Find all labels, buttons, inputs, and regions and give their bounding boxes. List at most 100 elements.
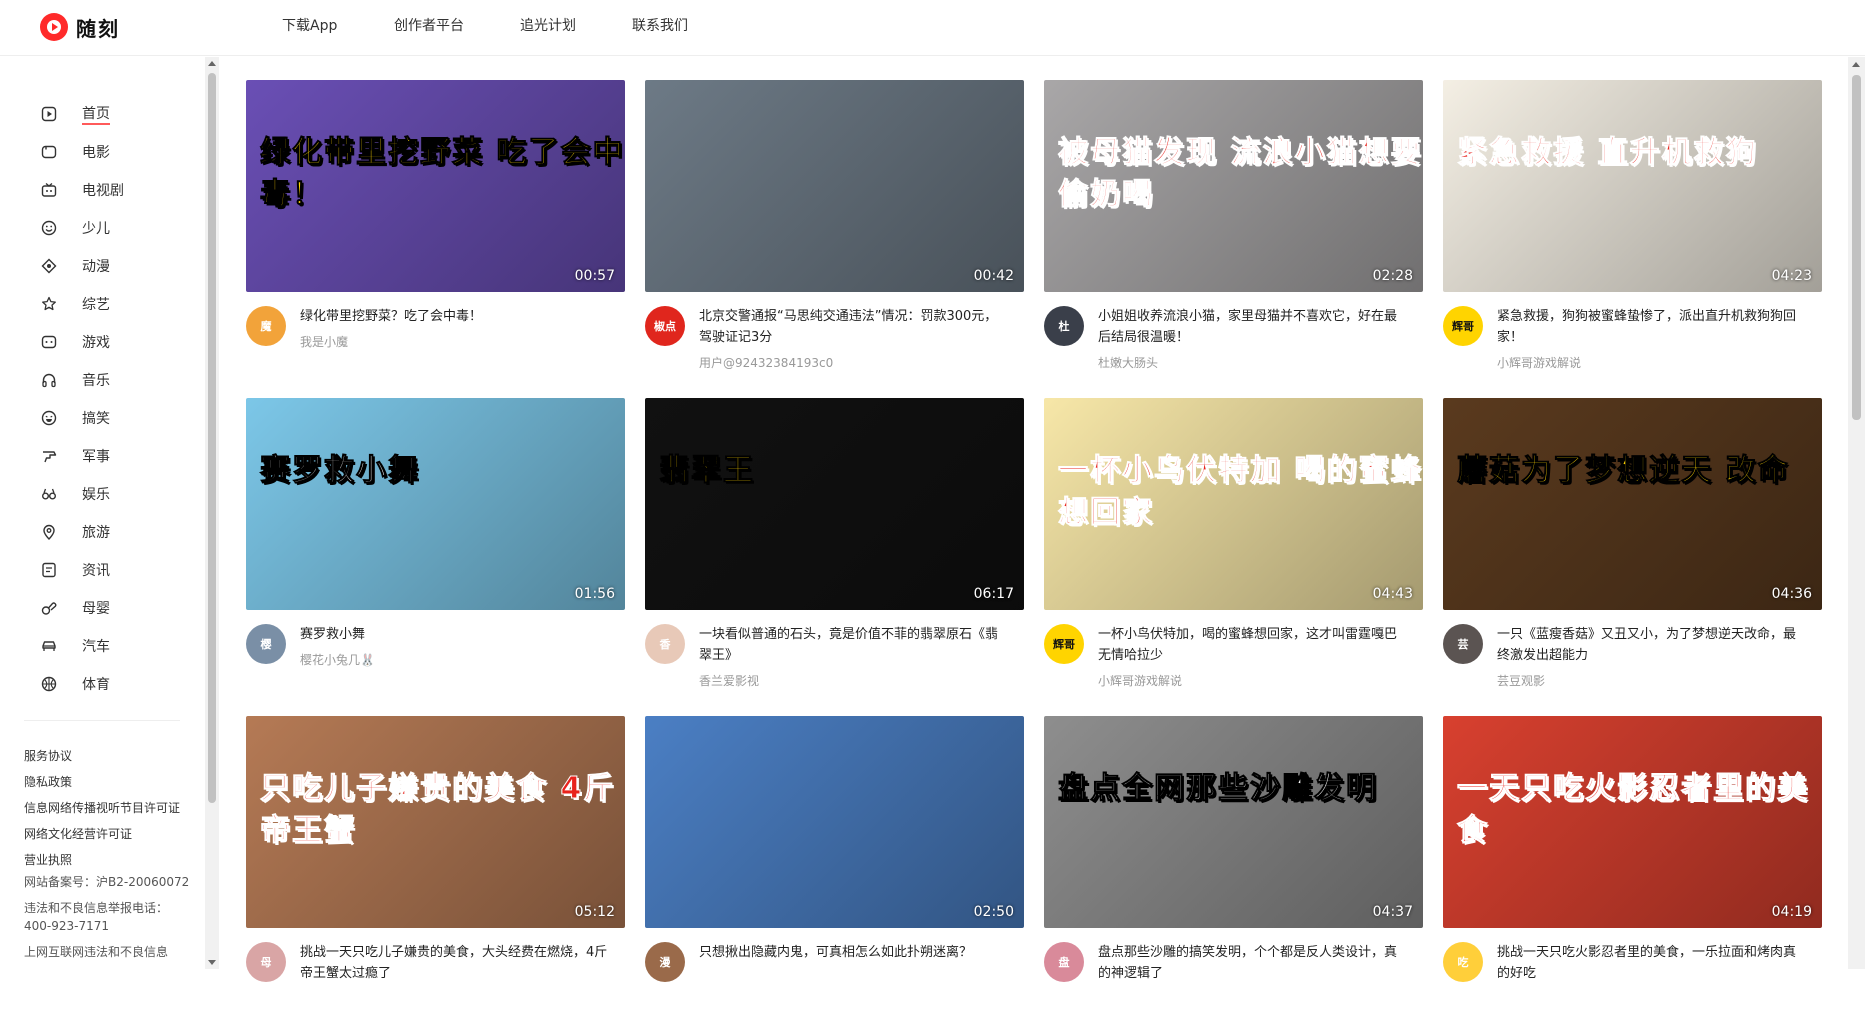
video-card[interactable]: 蘑菇为了梦想逆天 改命 04:36 芸一只《蓝瘦香菇》又丑又小，为了梦想逆天改命，最… [1443, 398, 1822, 716]
video-title[interactable]: 盘点那些沙雕的搞笑发明，个个都是反人类设计，真的神逻辑了 [1098, 942, 1408, 984]
page-scroll-up-icon[interactable] [1852, 62, 1860, 67]
sidebar-item-3[interactable]: 少儿 [40, 209, 190, 247]
sidebar-item-5[interactable]: 综艺 [40, 285, 190, 323]
site-logo[interactable]: 随刻 [40, 10, 120, 44]
video-title[interactable]: 赛罗救小舞 [300, 624, 610, 645]
video-thumbnail[interactable]: 02:50 [645, 716, 1024, 928]
video-title[interactable]: 只想揪出隐藏内鬼，可真相怎么如此扑朔迷离？ [699, 942, 1009, 963]
video-title[interactable]: 挑战一天只吃儿子嫌贵的美食，大头经费在燃烧，4斤帝王蟹太过瘾了 [300, 942, 610, 984]
video-card[interactable]: 绿化带里挖野菜 吃了会中毒！ 00:57 魔绿化带里挖野菜？吃了会中毒！ 我是小魔 [246, 80, 625, 398]
video-card[interactable]: 00:42 椒点 北京交警通报“马思纯交通违法”情况：罚款300元，驾驶证记3分用户… [645, 80, 1024, 398]
video-thumbnail[interactable]: 被母猫发现 流浪小猫想要偷奶喝 02:28 [1044, 80, 1423, 292]
author-name[interactable]: 小辉哥游戏解说 [1497, 354, 1807, 371]
video-card[interactable]: 02:50 漫只想揪出隐藏内鬼，可真相怎么如此扑朔迷离？ [645, 716, 1024, 1034]
sidebar-item-15[interactable]: 体育 [40, 665, 190, 703]
page-scroll-thumb[interactable] [1852, 75, 1861, 420]
author-avatar[interactable]: 魔 [246, 306, 286, 346]
video-title[interactable]: 小姐姐收养流浪小猫，家里母猫并不喜欢它，好在最后结局很温暖！ [1098, 306, 1408, 348]
video-card[interactable]: 只吃儿子嫌贵的美食 4斤帝王蟹 05:12 母挑战一天只吃儿子嫌贵的美食，大头经费在… [246, 716, 625, 1034]
video-card[interactable]: 一杯小鸟伏特加 喝的蜜蜂想回家 04:43 辉哥 一杯小鸟伏特加，喝的蜜蜂想回家，这才… [1044, 398, 1423, 716]
sidebar-item-11[interactable]: 旅游 [40, 513, 190, 551]
sidebar-item-4[interactable]: 动漫 [40, 247, 190, 285]
video-thumbnail[interactable]: 一杯小鸟伏特加 喝的蜜蜂想回家 04:43 [1044, 398, 1423, 610]
business-license-link[interactable]: 营业执照 [24, 847, 194, 873]
video-title[interactable]: 挑战一天只吃火影忍者里的美食，一乐拉面和烤肉真的好吃 [1497, 942, 1807, 984]
video-card[interactable]: 被母猫发现 流浪小猫想要偷奶喝 02:28 杜小姐姐收养流浪小猫，家里母猫并不喜欢它… [1044, 80, 1423, 398]
video-title[interactable]: 一只《蓝瘦香菇》又丑又小，为了梦想逆天改命，最终激发出超能力 [1497, 624, 1807, 666]
page-scrollbar[interactable] [1848, 57, 1865, 969]
author-name[interactable]: 杜嫩大肠头 [1098, 354, 1408, 371]
sidebar-scrollbar[interactable] [205, 57, 219, 969]
author-name[interactable]: 樱花小兔几🐰 [300, 651, 610, 668]
video-thumbnail[interactable]: 绿化带里挖野菜 吃了会中毒！ 00:57 [246, 80, 625, 292]
video-title[interactable]: 紧急救援，狗狗被蜜蜂蛰惨了，派出直升机救狗狗回家！ [1497, 306, 1807, 348]
sidebar-item-12[interactable]: 资讯 [40, 551, 190, 589]
video-title[interactable]: 绿化带里挖野菜？吃了会中毒！ [300, 306, 610, 327]
author-name[interactable]: 香兰爱影视 [699, 672, 1009, 689]
author-avatar[interactable]: 辉哥 [1044, 624, 1084, 664]
video-card[interactable]: 一天只吃火影忍者里的美食 04:19 吃挑战一天只吃火影忍者里的美食，一乐拉面和烤肉… [1443, 716, 1822, 1034]
top-nav: 下载App 创作者平台 追光计划 联系我们 [282, 14, 732, 38]
privacy-policy-link[interactable]: 隐私政策 [24, 769, 194, 795]
nav-contact-us[interactable]: 联系我们 [632, 14, 732, 38]
nav-creator-platform[interactable]: 创作者平台 [394, 14, 520, 38]
author-avatar[interactable]: 樱 [246, 624, 286, 664]
video-thumbnail[interactable]: 00:42 [645, 80, 1024, 292]
internet-report-link[interactable]: 上网互联网违法和不良信息 [24, 943, 194, 961]
video-thumbnail[interactable]: 紧急救援 直升机救狗 04:23 [1443, 80, 1822, 292]
video-card[interactable]: 盘点全网那些沙雕发明 04:37 盘盘点那些沙雕的搞笑发明，个个都是反人类设计，真的… [1044, 716, 1423, 1034]
sidebar-item-14[interactable]: 汽车 [40, 627, 190, 665]
video-thumbnail[interactable]: 一天只吃火影忍者里的美食 04:19 [1443, 716, 1822, 928]
sidebar-scroll-thumb[interactable] [208, 73, 216, 803]
sidebar-item-label: 体育 [82, 677, 110, 693]
video-card[interactable]: 紧急救援 直升机救狗 04:23 辉哥 紧急救援，狗狗被蜜蜂蛰惨了，派出直升机救狗狗回… [1443, 80, 1822, 398]
sidebar-item-0[interactable]: 首页 [40, 95, 190, 133]
sidebar-item-2[interactable]: 电视剧 [40, 171, 190, 209]
video-duration: 01:56 [574, 586, 615, 602]
video-info: 赛罗救小舞樱花小兔几🐰 [300, 624, 610, 668]
sidebar-item-1[interactable]: 电影 [40, 133, 190, 171]
av-license-link[interactable]: 信息网络传播视听节目许可证 [24, 795, 194, 821]
author-name[interactable]: 我是小魔 [300, 333, 610, 350]
sidebar-item-7[interactable]: 音乐 [40, 361, 190, 399]
scroll-up-arrow-icon[interactable] [208, 61, 216, 66]
author-avatar[interactable]: 盘 [1044, 942, 1084, 982]
video-thumbnail[interactable]: 蘑菇为了梦想逆天 改命 04:36 [1443, 398, 1822, 610]
author-name[interactable]: 芸豆观影 [1497, 672, 1807, 689]
service-agreement-link[interactable]: 服务协议 [24, 743, 194, 769]
video-thumbnail[interactable]: 盘点全网那些沙雕发明 04:37 [1044, 716, 1423, 928]
nav-download-app[interactable]: 下载App [282, 14, 394, 38]
video-card[interactable]: 翡翠王 06:17 香一块看似普通的石头，竟是价值不菲的翡翠原石《翡翠王》香兰爱影视 [645, 398, 1024, 716]
author-avatar[interactable]: 芸 [1443, 624, 1483, 664]
video-title[interactable]: 一杯小鸟伏特加，喝的蜜蜂想回家，这才叫雷霆嘎巴无情哈拉少 [1098, 624, 1408, 666]
video-title[interactable]: 一块看似普通的石头，竟是价值不菲的翡翠原石《翡翠王》 [699, 624, 1009, 666]
author-avatar[interactable]: 椒点 [645, 306, 685, 346]
nav-zhuiguang-plan[interactable]: 追光计划 [520, 14, 632, 38]
author-avatar[interactable]: 辉哥 [1443, 306, 1483, 346]
scroll-down-arrow-icon[interactable] [208, 960, 216, 965]
headphones-icon [40, 371, 58, 389]
sidebar-item-label: 音乐 [82, 373, 110, 389]
sidebar-item-6[interactable]: 游戏 [40, 323, 190, 361]
video-thumbnail[interactable]: 赛罗救小舞 01:56 [246, 398, 625, 610]
author-avatar[interactable]: 吃 [1443, 942, 1483, 982]
sidebar-item-8[interactable]: 搞笑 [40, 399, 190, 437]
sidebar-item-13[interactable]: 母婴 [40, 589, 190, 627]
video-thumbnail[interactable]: 只吃儿子嫌贵的美食 4斤帝王蟹 05:12 [246, 716, 625, 928]
video-title[interactable]: 北京交警通报“马思纯交通违法”情况：罚款300元，驾驶证记3分 [699, 306, 1009, 348]
sidebar-item-9[interactable]: 军事 [40, 437, 190, 475]
culture-license-link[interactable]: 网络文化经营许可证 [24, 821, 194, 847]
video-thumbnail[interactable]: 翡翠王 06:17 [645, 398, 1024, 610]
video-meta: 芸一只《蓝瘦香菇》又丑又小，为了梦想逆天改命，最终激发出超能力芸豆观影 [1443, 624, 1822, 689]
sidebar-footer: 服务协议 隐私政策 信息网络传播视听节目许可证 网络文化经营许可证 营业执照 网… [24, 743, 194, 961]
video-meta: 杜小姐姐收养流浪小猫，家里母猫并不喜欢它，好在最后结局很温暖！ 杜嫩大肠头 [1044, 306, 1423, 371]
author-name[interactable]: 用户@92432384193c0 [699, 354, 1009, 371]
author-name[interactable]: 小辉哥游戏解说 [1098, 672, 1408, 689]
film-icon [40, 143, 58, 161]
author-avatar[interactable]: 母 [246, 942, 286, 982]
author-avatar[interactable]: 漫 [645, 942, 685, 982]
sidebar-item-10[interactable]: 娱乐 [40, 475, 190, 513]
author-avatar[interactable]: 杜 [1044, 306, 1084, 346]
author-avatar[interactable]: 香 [645, 624, 685, 664]
video-card[interactable]: 赛罗救小舞 01:56 樱赛罗救小舞 樱花小兔几🐰 [246, 398, 625, 716]
